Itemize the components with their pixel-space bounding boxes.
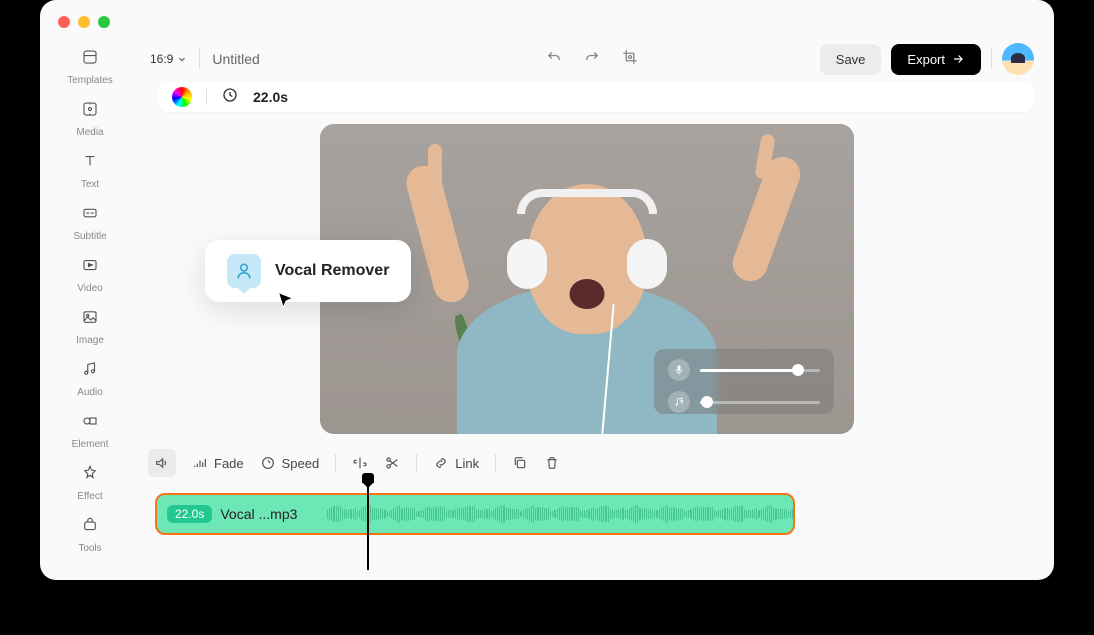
sidebar-label: Subtitle bbox=[73, 231, 106, 242]
delete-button[interactable] bbox=[544, 455, 560, 471]
copy-button[interactable] bbox=[512, 455, 528, 471]
effect-icon bbox=[81, 464, 99, 487]
subtitle-icon bbox=[81, 204, 99, 227]
waveform bbox=[327, 495, 793, 533]
sidebar-label: Tools bbox=[78, 543, 101, 554]
aspect-ratio-selector[interactable]: 16:9 bbox=[150, 52, 187, 66]
sidebar-item-subtitle[interactable]: Subtitle bbox=[73, 204, 106, 242]
separator bbox=[495, 454, 496, 472]
element-icon bbox=[81, 412, 99, 435]
chevron-down-icon bbox=[177, 54, 187, 64]
sidebar-item-text[interactable]: Text bbox=[81, 152, 99, 190]
microphone-icon bbox=[668, 359, 690, 381]
sidebar-label: Image bbox=[76, 335, 104, 346]
sidebar-item-templates[interactable]: Templates bbox=[67, 48, 113, 86]
vocal-remover-tooltip[interactable]: Vocal Remover bbox=[205, 240, 411, 302]
separator bbox=[335, 454, 336, 472]
app-window: Templates Media Text Subtitle Video Imag… bbox=[40, 0, 1054, 580]
sidebar-label: Element bbox=[72, 439, 109, 450]
sidebar-item-video[interactable]: Video bbox=[77, 256, 102, 294]
clip-filename: Vocal ...mp3 bbox=[220, 506, 297, 522]
close-window[interactable] bbox=[58, 16, 70, 28]
crop-button[interactable] bbox=[621, 48, 639, 71]
sidebar-item-tools[interactable]: Tools bbox=[78, 516, 101, 554]
text-icon bbox=[81, 152, 99, 175]
tools-icon bbox=[81, 516, 99, 539]
tooltip-label: Vocal Remover bbox=[275, 262, 389, 280]
media-icon bbox=[81, 100, 99, 123]
sidebar: Templates Media Text Subtitle Video Imag… bbox=[40, 40, 140, 580]
infobar: 22.0s bbox=[158, 82, 1034, 112]
sidebar-label: Media bbox=[76, 127, 103, 138]
audio-mixer-panel bbox=[654, 349, 834, 414]
video-icon bbox=[81, 256, 99, 279]
link-button[interactable]: Link bbox=[433, 455, 479, 471]
clip-toolbar: Fade Speed Link bbox=[148, 448, 1034, 478]
save-button[interactable]: Save bbox=[820, 44, 882, 75]
speed-button[interactable]: Speed bbox=[260, 455, 320, 471]
project-title[interactable]: Untitled bbox=[212, 51, 259, 67]
export-button[interactable]: Export bbox=[891, 44, 981, 75]
image-icon bbox=[81, 308, 99, 331]
sidebar-item-element[interactable]: Element bbox=[72, 412, 109, 450]
top-right-actions: Save Export bbox=[820, 43, 1034, 75]
arrow-right-icon bbox=[951, 52, 965, 66]
separator bbox=[206, 89, 207, 105]
export-label: Export bbox=[907, 52, 945, 67]
cut-button[interactable] bbox=[384, 455, 400, 471]
sidebar-label: Audio bbox=[77, 387, 103, 398]
music-slider-row bbox=[668, 391, 820, 413]
undo-button[interactable] bbox=[545, 48, 563, 71]
cursor-pointer-icon bbox=[275, 290, 297, 317]
sidebar-item-audio[interactable]: Audio bbox=[77, 360, 103, 398]
templates-icon bbox=[81, 48, 99, 71]
split-button[interactable] bbox=[352, 455, 368, 471]
sidebar-item-media[interactable]: Media bbox=[76, 100, 103, 138]
topbar: 16:9 Untitled Save Export bbox=[150, 44, 1034, 74]
vocal-volume-slider[interactable] bbox=[700, 369, 820, 372]
vocal-slider-row bbox=[668, 359, 820, 381]
ratio-value: 16:9 bbox=[150, 52, 173, 66]
redo-button[interactable] bbox=[583, 48, 601, 71]
history-controls bbox=[545, 48, 639, 71]
sidebar-label: Video bbox=[77, 283, 102, 294]
sidebar-label: Text bbox=[81, 179, 99, 190]
music-mute-icon bbox=[668, 391, 690, 413]
user-avatar[interactable] bbox=[1002, 43, 1034, 75]
audio-icon bbox=[81, 360, 99, 383]
sidebar-label: Effect bbox=[77, 491, 102, 502]
fade-label: Fade bbox=[214, 456, 244, 471]
window-controls bbox=[58, 16, 110, 28]
maximize-window[interactable] bbox=[98, 16, 110, 28]
fade-button[interactable]: Fade bbox=[192, 455, 244, 471]
volume-button[interactable] bbox=[148, 449, 176, 477]
separator bbox=[199, 49, 200, 69]
sidebar-item-effect[interactable]: Effect bbox=[77, 464, 102, 502]
speed-label: Speed bbox=[282, 456, 320, 471]
link-label: Link bbox=[455, 456, 479, 471]
minimize-window[interactable] bbox=[78, 16, 90, 28]
playhead[interactable] bbox=[367, 475, 369, 570]
sidebar-label: Templates bbox=[67, 75, 113, 86]
separator bbox=[416, 454, 417, 472]
color-picker[interactable] bbox=[172, 87, 192, 107]
duration-icon bbox=[221, 86, 239, 109]
person-icon bbox=[227, 254, 261, 288]
clip-duration-badge: 22.0s bbox=[167, 505, 212, 523]
duration-value: 22.0s bbox=[253, 89, 288, 105]
audio-clip[interactable]: 22.0s Vocal ...mp3 bbox=[155, 493, 795, 535]
separator bbox=[991, 49, 992, 69]
sidebar-item-image[interactable]: Image bbox=[76, 308, 104, 346]
music-volume-slider[interactable] bbox=[700, 401, 820, 404]
